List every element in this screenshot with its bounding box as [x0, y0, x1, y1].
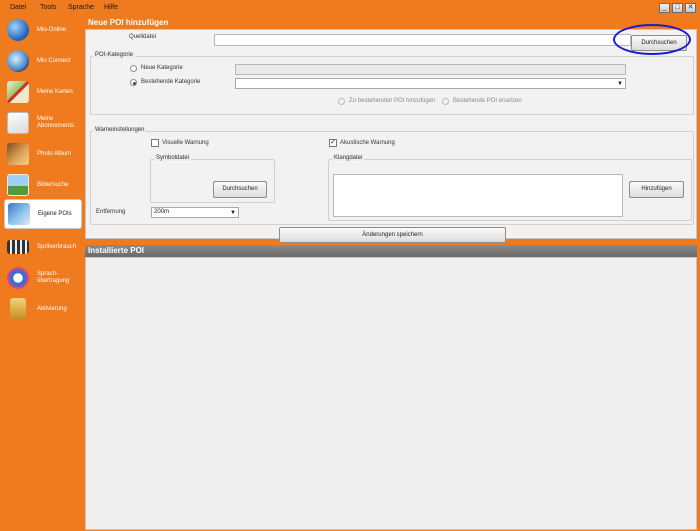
- radio-existing-category-label: Bestehende Kategorie: [141, 79, 201, 85]
- highlight-ellipse: [613, 24, 691, 55]
- menu-bar: Datei Tools Sprache Hilfe _ □ ✕: [0, 0, 700, 15]
- photo-album-icon: [7, 143, 29, 165]
- sidebar-item-mio-connect[interactable]: Mio Connect: [4, 46, 82, 76]
- distance-value: 200m: [154, 209, 170, 215]
- sidebar-item-label: Meine Karten: [37, 88, 73, 95]
- sidebar-item-label: Sprach-übertragung: [37, 271, 70, 284]
- browse-symbol-button[interactable]: Durchsuchen: [213, 181, 267, 198]
- sidebar-item-label: Photo Album: [37, 150, 72, 157]
- sidebar-item-eigene-pois[interactable]: Eigene POIs: [4, 199, 82, 229]
- menu-tools[interactable]: Tools: [40, 4, 56, 11]
- magnifier-icon: [7, 50, 29, 72]
- new-category-input[interactable]: [235, 64, 626, 75]
- sidebar-item-mio-online[interactable]: Mio-Online: [4, 15, 82, 45]
- acoustic-warning-checkbox[interactable]: ✓: [329, 139, 337, 147]
- installed-poi-title: Installierte POI: [85, 245, 697, 257]
- radio-new-category[interactable]: [130, 65, 137, 72]
- sidebar-item-label: Mio-Online: [37, 26, 67, 33]
- sidebar-item-label: Mio Connect: [37, 57, 71, 64]
- speech-icon: [7, 267, 29, 289]
- menu-sprache[interactable]: Sprache: [68, 4, 94, 11]
- close-button[interactable]: ✕: [685, 3, 696, 13]
- add-sound-button[interactable]: Hinzufügen: [629, 181, 684, 198]
- globe-icon: [7, 19, 29, 41]
- menu-hilfe[interactable]: Hilfe: [104, 4, 118, 11]
- acoustic-warning-label: Akustische Warnung: [340, 140, 395, 146]
- chevron-down-icon: ▼: [230, 210, 236, 216]
- sidebar-item-aktivierung[interactable]: Aktivierung: [4, 294, 82, 324]
- warning-settings-title: Warneinstellungen: [93, 127, 147, 133]
- sidebar-item-label: Aktivierung: [37, 305, 67, 312]
- sidebar-item-label: Meine Abonnements: [37, 116, 75, 129]
- sidebar-item-bildersuche[interactable]: Bildersuche: [4, 170, 82, 200]
- visual-warning-checkbox[interactable]: [151, 139, 159, 147]
- fuel-icon: [7, 240, 29, 254]
- new-poi-body: Quelldatei Durchsuchen POI-Kategorie Neu…: [85, 24, 697, 243]
- source-file-input[interactable]: [214, 34, 631, 46]
- new-poi-title: Neue POI hinzufügen: [85, 17, 697, 29]
- sidebar-item-label: Eigene POIs: [38, 210, 72, 217]
- radio-replace-existing[interactable]: [442, 98, 449, 105]
- visual-warning-label: Visuelle Warnung: [162, 140, 209, 146]
- lock-icon: [10, 298, 26, 320]
- sidebar-item-label: Bildersuche: [37, 181, 69, 188]
- sidebar-item-photo-album[interactable]: Photo Album: [4, 139, 82, 169]
- replace-existing-label: Bestehende POI ersetzen: [453, 98, 522, 104]
- sidebar-item-meine-abonnements[interactable]: Meine Abonnements: [4, 108, 82, 138]
- distance-label: Entfernung: [96, 209, 126, 215]
- sound-file-list[interactable]: [333, 174, 623, 217]
- sidebar-item-meine-karten[interactable]: Meine Karten: [4, 77, 82, 107]
- map-icon: [7, 81, 29, 103]
- sound-file-title: Klangdatei: [332, 155, 365, 161]
- sidebar-item-label: Spritverbrauch: [37, 243, 77, 250]
- installed-poi-list[interactable]: [85, 257, 697, 530]
- picture-search-icon: [7, 174, 29, 196]
- poi-icon: [8, 203, 30, 225]
- new-poi-panel: Neue POI hinzufügen Quelldatei Durchsuch…: [85, 17, 697, 243]
- symbol-file-title: Symboldatei: [154, 155, 192, 161]
- save-changes-button[interactable]: Änderungen speichern: [279, 227, 506, 243]
- maximize-button[interactable]: □: [672, 3, 683, 13]
- source-file-label: Quelldatei: [129, 34, 157, 40]
- sidebar-item-spritverbrauch[interactable]: Spritverbrauch: [4, 232, 82, 262]
- poi-category-title: POI-Kategorie: [93, 52, 136, 58]
- sidebar: Mio-Online Mio Connect Meine Karten Mein…: [0, 15, 84, 531]
- installed-poi-panel: Installierte POI: [85, 245, 697, 530]
- menu-datei[interactable]: Datei: [10, 4, 26, 11]
- minimize-button[interactable]: _: [659, 3, 670, 13]
- radio-new-category-label: Neue Kategorie: [141, 65, 183, 71]
- sidebar-item-sprachuebertragung[interactable]: Sprach-übertragung: [4, 263, 82, 293]
- radio-existing-category[interactable]: [130, 79, 137, 86]
- add-to-existing-label: Zu bestehenden POI hinzufügen: [349, 98, 436, 104]
- distance-select[interactable]: 200m ▼: [151, 207, 239, 218]
- radio-add-to-existing[interactable]: [338, 98, 345, 105]
- envelope-icon: [7, 112, 29, 134]
- chevron-down-icon: ▼: [617, 81, 623, 87]
- existing-category-select[interactable]: ▼: [235, 78, 626, 89]
